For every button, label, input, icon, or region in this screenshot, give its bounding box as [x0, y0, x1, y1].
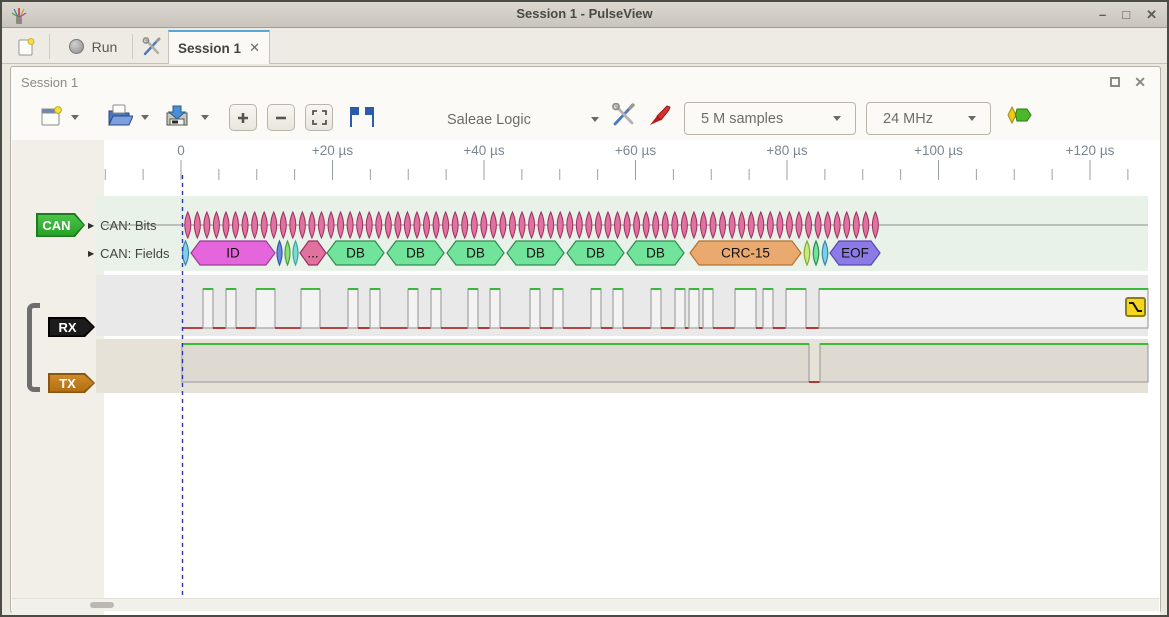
- zoom-out-icon: [274, 111, 288, 125]
- row-label-text: CAN: Bits: [100, 218, 156, 233]
- run-button[interactable]: Run: [58, 32, 128, 61]
- sample-count-select[interactable]: 5 M samples: [684, 102, 856, 135]
- run-label: Run: [92, 39, 118, 55]
- dock-close-button[interactable]: ✕: [1134, 74, 1146, 91]
- tab-close-icon[interactable]: ✕: [249, 40, 260, 56]
- configure-tools-icon: [611, 103, 637, 127]
- show-cursors-button[interactable]: [345, 105, 379, 129]
- decoder-icon: [1005, 106, 1033, 124]
- zoom-fit-icon: [312, 110, 327, 125]
- zoom-out-button[interactable]: [267, 104, 295, 131]
- save-icon: [163, 103, 191, 129]
- zoom-in-button[interactable]: [229, 104, 257, 131]
- dock-title: Session 1: [21, 75, 78, 90]
- trace-viewport[interactable]: [104, 140, 1160, 617]
- tab-session-1[interactable]: Session 1 ✕: [168, 30, 270, 64]
- device-label: Saleae Logic: [447, 112, 531, 128]
- probe-icon: [647, 103, 673, 127]
- new-document-icon: [17, 37, 35, 57]
- decoder-tag-label: CAN: [42, 218, 78, 233]
- falling-edge-icon: [1128, 301, 1143, 313]
- configure-channels-button[interactable]: [647, 103, 673, 127]
- new-view-button[interactable]: [39, 105, 63, 129]
- decoder-tag-can[interactable]: CAN: [36, 213, 85, 237]
- channel-tag-label: TX: [59, 376, 84, 391]
- window-title: Session 1 - PulseView: [2, 6, 1167, 21]
- title-bar: Session 1 - PulseView – □ ✕: [2, 2, 1167, 28]
- open-button[interactable]: [105, 103, 133, 129]
- sample-rate-value: 24 MHz: [883, 111, 968, 127]
- open-dropdown[interactable]: [141, 115, 149, 120]
- channel-tag-tx[interactable]: TX: [48, 373, 95, 393]
- tab-label: Session 1: [178, 41, 241, 56]
- channel-tag-label: RX: [58, 320, 84, 335]
- channel-group-bracket: [27, 303, 40, 392]
- zoom-fit-button[interactable]: [305, 104, 333, 131]
- pulseview-window: Session 1 - PulseView – □ ✕ Run: [0, 0, 1169, 617]
- device-select[interactable]: Saleae Logic: [447, 103, 607, 136]
- trigger-marker-falling-edge[interactable]: [1125, 297, 1146, 317]
- save-button[interactable]: [163, 103, 191, 129]
- open-folder-icon: [105, 103, 133, 129]
- dock-float-button[interactable]: [1110, 77, 1120, 87]
- session-toolbar: Saleae Logic 5 M samples: [11, 97, 1160, 142]
- close-button[interactable]: ✕: [1146, 7, 1157, 23]
- new-view-icon: [39, 105, 63, 129]
- new-view-dropdown[interactable]: [71, 115, 79, 120]
- horizontal-scrollbar[interactable]: [12, 598, 1159, 611]
- expand-arrow-icon[interactable]: ▶: [88, 249, 94, 258]
- new-session-button[interactable]: [10, 32, 42, 61]
- sample-count-value: 5 M samples: [701, 111, 833, 127]
- session-dock: Session 1 ✕: [10, 66, 1161, 613]
- maximize-button[interactable]: □: [1122, 7, 1130, 23]
- minimize-button[interactable]: –: [1099, 7, 1106, 23]
- run-state-icon: [69, 39, 84, 54]
- zoom-in-icon: [236, 111, 250, 125]
- cursors-flags-icon: [345, 105, 379, 129]
- scrollbar-handle[interactable]: [90, 602, 114, 608]
- channel-tag-rx[interactable]: RX: [48, 317, 95, 337]
- row-label-text: CAN: Fields: [100, 246, 169, 261]
- tools-icon: [142, 37, 162, 57]
- decoder-row-fields[interactable]: ▶ CAN: Fields: [88, 246, 170, 261]
- main-toolbar: Run Session 1 ✕: [2, 29, 1167, 64]
- expand-arrow-icon[interactable]: ▶: [88, 221, 94, 230]
- settings-button[interactable]: [136, 32, 168, 61]
- decoder-row-bits[interactable]: ▶ CAN: Bits: [88, 218, 157, 233]
- sample-rate-select[interactable]: 24 MHz: [866, 102, 991, 135]
- configure-device-button[interactable]: [611, 103, 637, 127]
- save-dropdown[interactable]: [201, 115, 209, 120]
- add-decoder-button[interactable]: [1005, 106, 1033, 124]
